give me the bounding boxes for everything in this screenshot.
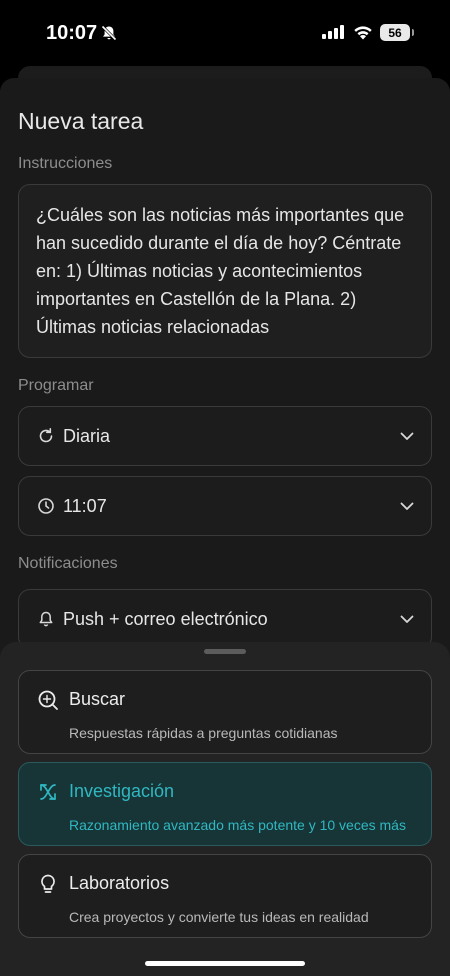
sheet-grabber[interactable] [204,649,246,654]
time-select[interactable]: 11:07 [18,476,432,536]
mode-title: Buscar [69,689,126,709]
mode-search[interactable]: Buscar Respuestas rápidas a preguntas co… [18,670,432,754]
frequency-select[interactable]: Diaria [18,406,432,466]
lightbulb-icon [37,873,59,895]
frequency-value: Diaria [63,425,111,446]
notification-value: Push + correo electrónico [63,608,268,629]
mode-title: Laboratorios [69,873,170,893]
mode-research[interactable]: Investigación Razonamiento avanzado más … [18,762,432,846]
chevron-down-icon [399,498,415,514]
instructions-label: Instrucciones [18,155,113,172]
mode-description: Crea proyectos y convierte tus ideas en … [69,909,369,925]
wifi-icon [352,24,374,45]
search-sparkle-icon [37,689,59,711]
bell-icon [37,610,55,628]
bell-off-icon [100,24,118,47]
mode-description: Razonamiento avanzado más potente y 10 v… [69,817,406,833]
schedule-label: Programar [18,377,94,394]
notification-select[interactable]: Push + correo electrónico [18,589,432,649]
repeat-icon [37,427,55,445]
mode-title: Investigación [69,781,175,801]
time-value: 11:07 [63,495,107,516]
status-time: 10:07 [46,22,98,44]
page-title: Nueva tarea [18,108,144,134]
instructions-text: ¿Cuáles son las noticias más importantes… [36,205,405,337]
battery-icon: 56 [380,24,414,41]
mode-description: Respuestas rápidas a preguntas cotidiana… [69,725,338,741]
notifications-label: Notificaciones [18,555,118,572]
instructions-field[interactable]: ¿Cuáles son las noticias más importantes… [18,184,432,358]
research-icon [37,781,59,803]
chevron-down-icon [399,428,415,444]
clock-icon [37,497,55,515]
status-bar: 10:07 56 [0,0,450,68]
signal-icon [322,25,346,44]
mode-labs[interactable]: Laboratorios Crea proyectos y convierte … [18,854,432,938]
chevron-down-icon [399,611,415,627]
home-indicator[interactable] [145,961,305,966]
